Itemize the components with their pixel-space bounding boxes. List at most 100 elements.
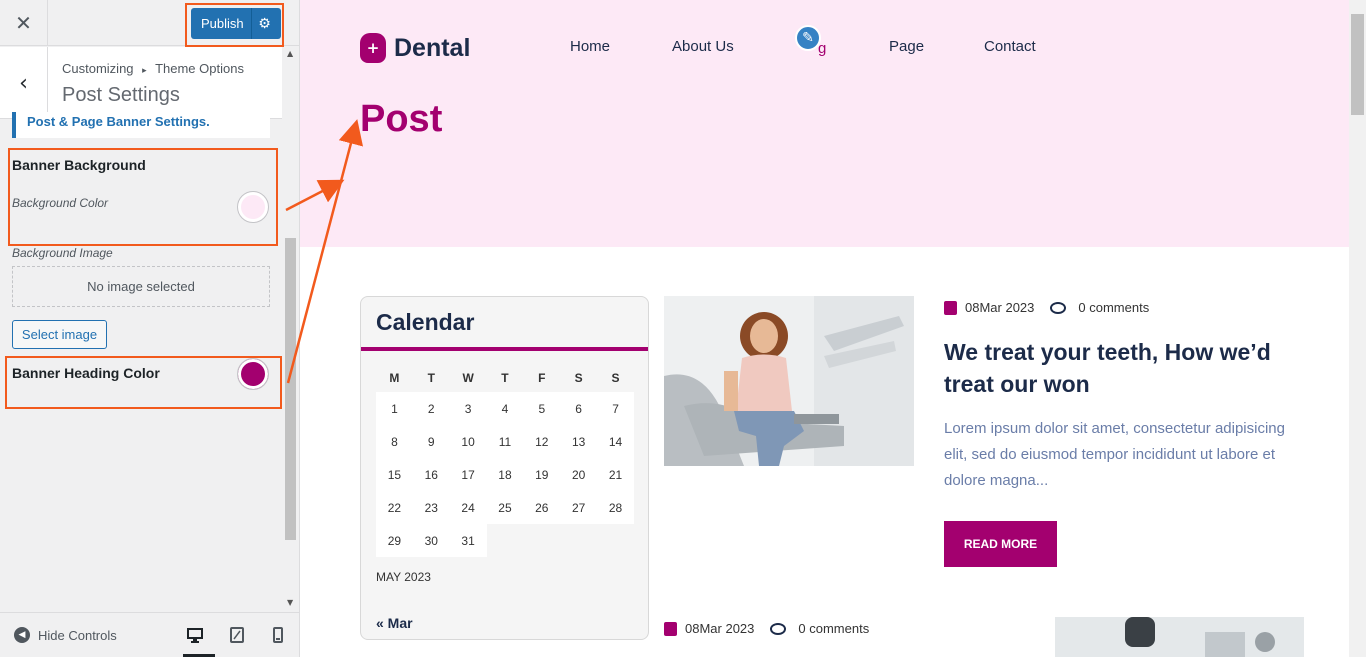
nav-contact[interactable]: Contact — [984, 38, 1036, 55]
calendar-day: 8 — [376, 425, 413, 458]
calendar-day: 13 — [560, 425, 598, 458]
weekday-header: T — [427, 370, 435, 385]
customizer-footer: ◀ Hide Controls — [0, 612, 299, 657]
breadcrumb-theme-options: Theme Options — [155, 61, 244, 76]
comment-icon — [1050, 301, 1067, 314]
calendar-day: 31 — [449, 524, 487, 557]
calendar-day: 1 — [376, 392, 413, 425]
calendar-table: MTWTFSS 1 2 3 4 5 6 7 8 9 10 11 12 13 14 15 16 17 18 19 20 2… — [376, 363, 634, 557]
post-meta-2: 08Mar 2023 0 comments — [664, 621, 869, 636]
breadcrumb-customizing: Customizing — [62, 61, 134, 76]
post-meta-1: 08Mar 2023 0 comments — [944, 300, 1149, 315]
nav-home[interactable]: Home — [570, 38, 610, 55]
calendar-day: 4 — [486, 392, 524, 425]
comment-icon — [770, 622, 787, 635]
tablet-icon[interactable] — [228, 626, 246, 644]
banner-settings-note: Post & Page Banner Settings. — [12, 112, 270, 138]
breadcrumb: Customizing ▸ Theme Options — [62, 61, 244, 76]
calendar-week-row: 22 23 24 25 26 27 28 — [376, 491, 634, 524]
calendar-day: 29 — [376, 524, 413, 557]
calendar-day: 21 — [597, 458, 634, 491]
nav-page[interactable]: Page — [889, 38, 924, 55]
close-icon[interactable]: ✕ — [0, 0, 48, 46]
preview-scroll-thumb[interactable] — [1351, 14, 1364, 115]
no-image-text: No image selected — [87, 279, 195, 294]
weekday-header: S — [574, 370, 583, 385]
background-color-swatch[interactable] — [237, 191, 269, 223]
calendar-icon — [944, 300, 957, 315]
weekday-header: F — [538, 370, 546, 385]
calendar-empty-cell — [560, 524, 597, 557]
post-title[interactable]: We treat your teeth, How we’d treat our … — [944, 336, 1304, 400]
site-preview: + Dental Home About Us g ✎ Page Contact … — [300, 0, 1349, 657]
publish-button[interactable]: Publish ⚙ — [191, 8, 281, 39]
calendar-empty-cell — [523, 524, 560, 557]
calendar-icon — [664, 621, 677, 636]
mobile-icon[interactable] — [269, 626, 287, 644]
calendar-day: 30 — [412, 524, 450, 557]
calendar-day: 23 — [412, 491, 450, 524]
site-logo[interactable]: + Dental — [360, 33, 470, 63]
gear-icon[interactable]: ⚙ — [251, 8, 277, 39]
post-image[interactable] — [664, 296, 914, 466]
collapse-icon: ◀ — [14, 627, 30, 643]
hide-controls-button[interactable]: ◀ Hide Controls — [14, 627, 117, 643]
calendar-day: 15 — [376, 458, 413, 491]
calendar-day: 24 — [449, 491, 487, 524]
calendar-day: 10 — [449, 425, 487, 458]
select-image-button[interactable]: Select image — [12, 320, 107, 349]
calendar-week-row: 29 30 31 — [376, 524, 634, 557]
section-header: ‹ Customizing ▸ Theme Options Post Setti… — [0, 47, 282, 119]
background-image-label: Background Image — [12, 246, 113, 260]
calendar-prev-link[interactable]: « Mar — [376, 615, 413, 631]
section-title: Post Settings — [62, 84, 180, 106]
heading-color-swatch[interactable] — [237, 358, 269, 390]
calendar-day: 17 — [449, 458, 487, 491]
customizer-header: ✕ Publish ⚙ — [0, 0, 299, 46]
calendar-day: 7 — [597, 392, 634, 425]
calendar-day: 11 — [486, 425, 524, 458]
calendar-day: 20 — [560, 458, 598, 491]
image-placeholder: No image selected — [12, 266, 270, 307]
background-color-label: Background Color — [12, 196, 109, 210]
calendar-day: 16 — [412, 458, 450, 491]
logo-text: Dental — [394, 33, 471, 62]
calendar-heading: Calendar — [376, 309, 475, 335]
publish-label: Publish — [201, 16, 244, 31]
post-comments[interactable]: 0 comments — [1078, 300, 1149, 315]
weekday-header: S — [611, 370, 620, 385]
calendar-week-row: 8 9 10 11 12 13 14 — [376, 425, 634, 458]
post-comments[interactable]: 0 comments — [798, 621, 869, 636]
post-image-2[interactable] — [1055, 617, 1304, 657]
calendar-day: 19 — [523, 458, 561, 491]
panel-scroll-thumb[interactable] — [285, 238, 296, 540]
page-title: Post — [360, 98, 443, 140]
breadcrumb-separator-icon: ▸ — [142, 66, 147, 76]
calendar-day: 22 — [376, 491, 413, 524]
desktop-icon[interactable] — [186, 626, 204, 644]
calendar-day: 6 — [560, 392, 598, 425]
calendar-day: 27 — [560, 491, 598, 524]
scroll-down-icon[interactable]: ▼ — [287, 598, 293, 607]
post-date: 08Mar 2023 — [965, 300, 1035, 315]
banner-heading-color-title: Banner Heading Color — [12, 365, 160, 381]
calendar-accent-bar — [361, 347, 648, 351]
nav-about-us[interactable]: About Us — [672, 38, 734, 55]
calendar-month-label: MAY 2023 — [376, 570, 431, 584]
read-more-button[interactable]: READ MORE — [944, 521, 1057, 567]
calendar-day: 2 — [412, 392, 450, 425]
calendar-empty-cell — [597, 524, 634, 557]
calendar-day: 12 — [523, 425, 561, 458]
edit-pencil-icon[interactable]: ✎ — [795, 25, 821, 51]
hide-controls-label: Hide Controls — [38, 627, 117, 643]
back-icon[interactable]: ‹ — [0, 47, 48, 119]
customizer-panel: ✕ Publish ⚙ ‹ Customizing ▸ Theme Option… — [0, 0, 300, 657]
weekday-header: M — [389, 370, 400, 385]
calendar-day: 3 — [449, 392, 487, 425]
tooth-icon: + — [360, 33, 386, 63]
calendar-week-row: 15 16 17 18 19 20 21 — [376, 458, 634, 491]
calendar-widget: Calendar MTWTFSS 1 2 3 4 5 6 7 8 9 10 11 12 13 14 15 16… — [360, 296, 649, 640]
weekday-header: W — [462, 370, 474, 385]
calendar-day: 14 — [597, 425, 634, 458]
scroll-up-icon[interactable]: ▲ — [287, 49, 293, 58]
